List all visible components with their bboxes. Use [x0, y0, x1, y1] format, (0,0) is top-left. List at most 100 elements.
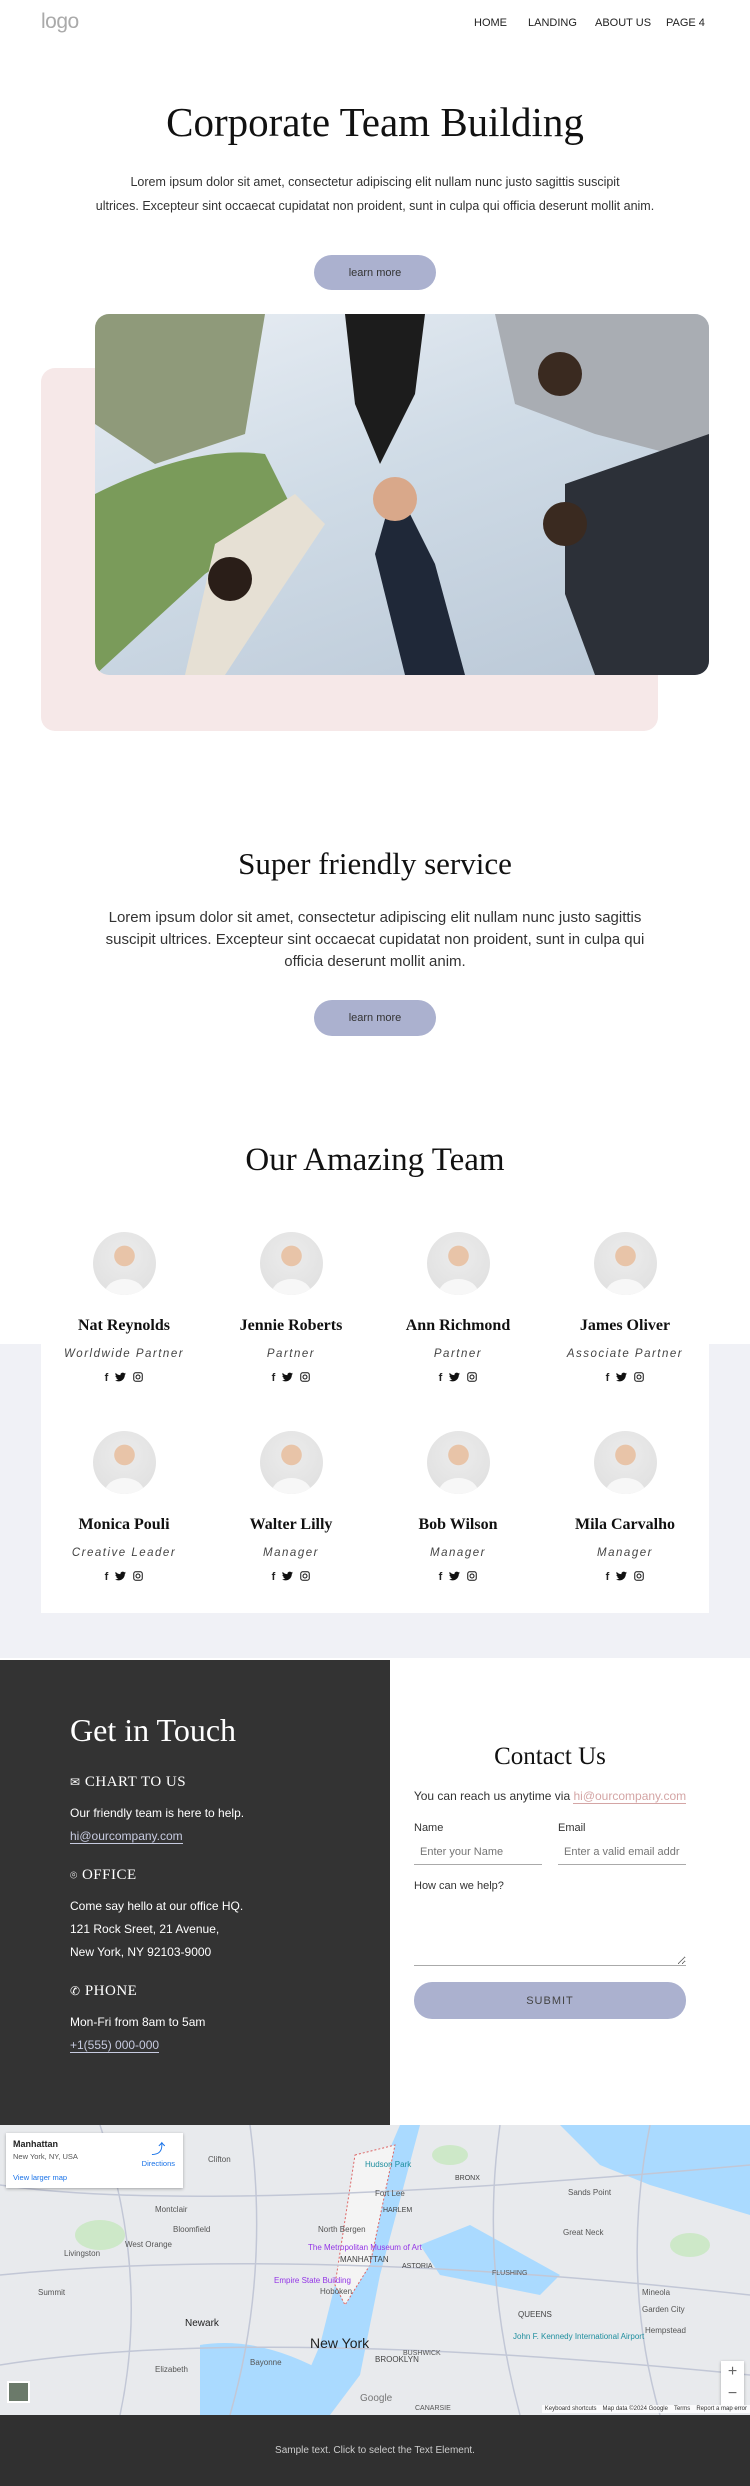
team-member: Nat Reynolds Worldwide Partner f — [44, 1232, 204, 1385]
email-label: Email — [558, 1822, 586, 1834]
member-name: Bob Wilson — [418, 1516, 498, 1533]
nav-landing[interactable]: LANDING — [528, 17, 577, 29]
map-label: West Orange — [125, 2240, 172, 2249]
office-line: Come say hello at our office HQ. — [70, 1899, 244, 1913]
directions-label: Directions — [141, 2159, 175, 2168]
team-title: Our Amazing Team — [245, 1142, 505, 1178]
instagram-icon[interactable] — [634, 1372, 645, 1385]
map-label: Hudson Park — [365, 2160, 412, 2169]
contact-intro: You can reach us anytime via hi@ourcompa… — [400, 1789, 700, 1804]
map-label: New York — [310, 2335, 370, 2351]
map-data-text: Map data ©2024 Google — [602, 2406, 668, 2412]
nav-about-us[interactable]: ABOUT US — [595, 17, 651, 29]
service-text-line: suscipit ultrices. Excepteur sint occaec… — [105, 931, 645, 948]
member-name: Monica Pouli — [78, 1516, 170, 1533]
instagram-icon[interactable] — [300, 1372, 311, 1385]
twitter-icon[interactable] — [115, 1372, 127, 1385]
footer-text[interactable]: Sample text. Click to select the Text El… — [0, 2445, 750, 2456]
directions-button[interactable]: ⤴ Directions — [142, 2139, 175, 2168]
service-text-line: officia deserunt mollit anim. — [284, 953, 466, 970]
facebook-icon[interactable]: f — [272, 1571, 276, 1584]
facebook-icon[interactable]: f — [105, 1571, 109, 1584]
instagram-icon[interactable] — [467, 1372, 478, 1385]
map-label: Fort Lee — [375, 2189, 405, 2198]
office-line: 121 Rock Sreet, 21 Avenue, — [70, 1922, 220, 1936]
twitter-icon[interactable] — [449, 1372, 461, 1385]
map-label: HARLEM — [383, 2207, 413, 2214]
contact-email-link[interactable]: hi@ourcompany.com — [573, 1789, 687, 1804]
directions-icon: ⤴ — [151, 2141, 166, 2157]
map-label: Livingston — [64, 2249, 101, 2258]
twitter-icon[interactable] — [282, 1571, 294, 1584]
team-member: James Oliver Associate Partner f — [545, 1232, 705, 1385]
map-label: North Bergen — [318, 2225, 366, 2234]
twitter-icon[interactable] — [616, 1571, 628, 1584]
twitter-icon[interactable] — [282, 1372, 294, 1385]
logo[interactable]: logo — [41, 10, 79, 34]
facebook-icon[interactable]: f — [105, 1372, 109, 1385]
map-label: BUSHWICK — [403, 2350, 441, 2357]
get-in-touch-title: Get in Touch — [70, 1712, 237, 1748]
member-name: Walter Lilly — [249, 1516, 333, 1533]
name-input[interactable] — [414, 1840, 542, 1865]
name-label: Name — [414, 1822, 444, 1834]
google-map[interactable]: New York Newark MANHATTAN BROOKLYN QUEENS HAR… — [0, 2125, 750, 2415]
avatar — [593, 1232, 657, 1295]
office-heading-text: OFFICE — [81, 1867, 137, 1883]
instagram-icon[interactable] — [300, 1571, 311, 1584]
learn-more-button[interactable]: learn more — [314, 255, 436, 290]
report-error-link[interactable]: Report a map error — [696, 2406, 747, 2412]
service-text: Lorem ipsum dolor sit amet, consectetur … — [100, 907, 650, 973]
map-label: Empire State Building — [274, 2276, 351, 2285]
satellite-toggle[interactable] — [7, 2381, 30, 2403]
footer: Sample text. Click to select the Text El… — [0, 2415, 750, 2486]
instagram-icon[interactable] — [634, 1571, 645, 1584]
facebook-icon[interactable]: f — [272, 1372, 276, 1385]
map-label: Great Neck — [563, 2228, 604, 2237]
hero-text: Lorem ipsum dolor sit amet, consectetur … — [90, 170, 660, 218]
location-pin-icon: ⌾ — [70, 1868, 78, 1882]
nav-home[interactable]: HOME — [474, 17, 507, 29]
avatar — [92, 1431, 156, 1494]
email-input[interactable] — [558, 1840, 686, 1865]
zoom-in-button[interactable]: + — [721, 2361, 744, 2383]
instagram-icon[interactable] — [133, 1372, 144, 1385]
map-label: Bloomfield — [173, 2225, 211, 2234]
twitter-icon[interactable] — [115, 1571, 127, 1584]
zoom-controls: + − — [721, 2361, 744, 2407]
zoom-out-button[interactable]: − — [721, 2383, 744, 2405]
facebook-icon[interactable]: f — [439, 1372, 443, 1385]
nav-page-4[interactable]: PAGE 4 — [666, 17, 705, 29]
chat-email-link[interactable]: hi@ourcompany.com — [70, 1829, 183, 1844]
twitter-icon[interactable] — [449, 1571, 461, 1584]
phone-heading: ✆ PHONE — [70, 1983, 137, 2000]
message-textarea[interactable] — [414, 1896, 686, 1966]
phone-link[interactable]: +1(555) 000-000 — [70, 2038, 160, 2053]
terms-link[interactable]: Terms — [674, 2406, 690, 2412]
service-learn-more-button[interactable]: learn more — [314, 1000, 436, 1036]
view-larger-map-link[interactable]: View larger map — [13, 2173, 176, 2182]
map-label: John F. Kennedy International Airport — [513, 2332, 645, 2341]
facebook-icon[interactable]: f — [606, 1571, 610, 1584]
team-member: Monica Pouli Creative Leader f — [44, 1431, 204, 1584]
instagram-icon[interactable] — [133, 1571, 144, 1584]
facebook-icon[interactable]: f — [439, 1571, 443, 1584]
member-name: Jennie Roberts — [239, 1317, 343, 1334]
hero-image-team-hands — [95, 314, 709, 675]
instagram-icon[interactable] — [467, 1571, 478, 1584]
team-member: Mila Carvalho Manager f — [545, 1431, 705, 1584]
avatar — [426, 1232, 490, 1295]
submit-button[interactable]: SUBMIT — [414, 1982, 686, 2019]
page-title: Corporate Team Building — [166, 99, 584, 145]
message-label: How can we help? — [414, 1880, 504, 1892]
team-member: Walter Lilly Manager f — [211, 1431, 371, 1584]
map-label: Clifton — [208, 2155, 231, 2164]
twitter-icon[interactable] — [616, 1372, 628, 1385]
map-label: BRONX — [455, 2175, 480, 2182]
map-label: Bayonne — [250, 2358, 282, 2367]
facebook-icon[interactable]: f — [606, 1372, 610, 1385]
keyboard-shortcuts-link[interactable]: Keyboard shortcuts — [545, 2406, 597, 2412]
map-place-card: Manhattan New York, NY, USA View larger … — [6, 2133, 183, 2188]
map-label: ASTORIA — [402, 2263, 433, 2270]
avatar — [259, 1431, 323, 1494]
